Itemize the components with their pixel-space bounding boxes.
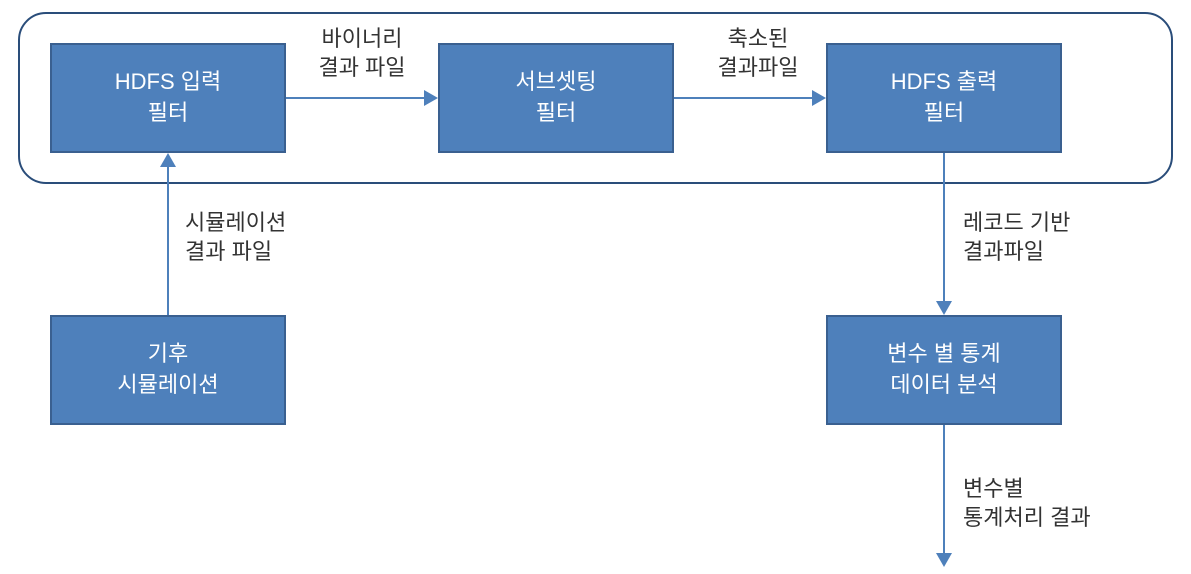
label-text: 통계처리 결과 <box>963 504 1143 533</box>
arrow-head-icon <box>936 553 952 567</box>
label-text: 바이너리 <box>297 25 427 54</box>
arrow-head-icon <box>812 90 826 106</box>
arrow-line <box>943 153 945 301</box>
box-text: 필터 <box>536 98 576 129</box>
arrow-line <box>943 425 945 553</box>
climate-simulation-box: 기후 시뮬레이션 <box>50 315 286 425</box>
arrow-line <box>167 167 169 315</box>
record-result-label: 레코드 기반 결과파일 <box>963 209 1123 266</box>
binary-result-label: 바이너리 결과 파일 <box>297 25 427 82</box>
box-text: 필터 <box>924 98 964 129</box>
box-text: HDFS 출력 <box>891 67 997 98</box>
sim-result-label: 시뮬레이션 결과 파일 <box>185 209 325 266</box>
label-text: 결과 파일 <box>185 238 325 267</box>
stat-result-label: 변수별 통계처리 결과 <box>963 475 1143 532</box>
arrow-head-icon <box>424 90 438 106</box>
hdfs-input-filter-box: HDFS 입력 필터 <box>50 43 286 153</box>
hdfs-output-filter-box: HDFS 출력 필터 <box>826 43 1062 153</box>
label-text: 변수별 <box>963 475 1143 504</box>
box-text: HDFS 입력 <box>115 67 221 98</box>
label-text: 시뮬레이션 <box>185 209 325 238</box>
stat-analysis-box: 변수 별 통계 데이터 분석 <box>826 315 1062 425</box>
label-text: 결과파일 <box>963 238 1123 267</box>
arrow-head-icon <box>160 153 176 167</box>
label-text: 결과파일 <box>698 54 818 83</box>
arrow-line <box>674 97 812 99</box>
arrow-head-icon <box>936 301 952 315</box>
box-text: 변수 별 통계 <box>887 339 1000 370</box>
box-text: 기후 <box>148 339 188 370</box>
label-text: 레코드 기반 <box>963 209 1123 238</box>
reduced-result-label: 축소된 결과파일 <box>698 25 818 82</box>
box-text: 시뮬레이션 <box>117 370 218 401</box>
box-text: 필터 <box>148 98 188 129</box>
label-text: 축소된 <box>698 25 818 54</box>
label-text: 결과 파일 <box>297 54 427 83</box>
box-text: 데이터 분석 <box>890 370 997 401</box>
subsetting-filter-box: 서브셋팅 필터 <box>438 43 674 153</box>
arrow-line <box>286 97 424 99</box>
box-text: 서브셋팅 <box>516 67 597 98</box>
